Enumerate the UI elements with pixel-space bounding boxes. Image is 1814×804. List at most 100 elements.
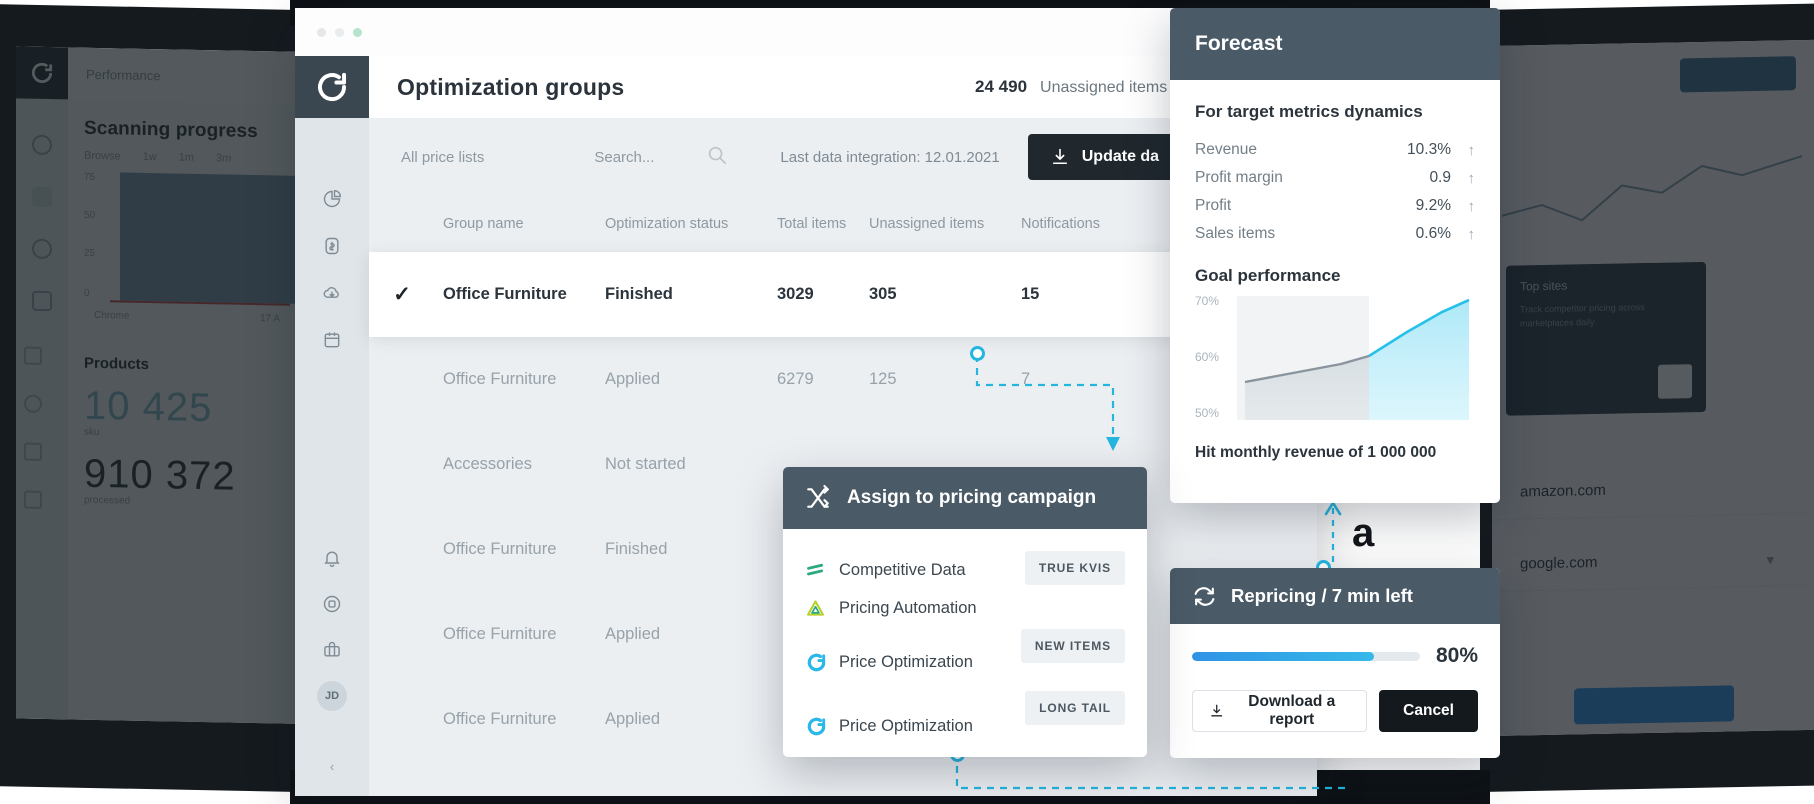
avatar-initials: JD — [324, 690, 340, 702]
amazon-logo: a — [1352, 511, 1375, 555]
assign-row[interactable]: Price Optimization LONG TAIL — [805, 691, 1125, 745]
sidebar-item-calendar[interactable] — [295, 317, 369, 363]
goal-performance-chart: 70% 60% 50% — [1195, 292, 1475, 428]
progress-bar-fill — [1192, 651, 1375, 661]
cell-total: 3029 — [777, 285, 814, 303]
assign-campaign-card: Assign to pricing campaign Competitive D… — [783, 467, 1147, 757]
forecast-metric: Profit 9.2% ↑ — [1195, 192, 1475, 220]
window-close-dot[interactable] — [317, 27, 326, 37]
calendar-icon — [324, 332, 340, 348]
sidebar-item-settings[interactable] — [295, 581, 369, 627]
screenshot-root: Performance Scanning progress Browse 1w … — [0, 0, 1814, 804]
forecast-metric: Profit margin 0.9 ↑ — [1195, 164, 1475, 192]
cell-group-name: Accessories — [443, 455, 532, 473]
cell-status: Applied — [605, 625, 661, 643]
settings-icon — [323, 595, 341, 613]
column-header-unassigned-items[interactable]: Unassigned items — [869, 216, 1021, 232]
window-maximize-dot[interactable] — [353, 27, 362, 37]
repricing-card: Repricing / 7 min left 80% Download a re… — [1170, 568, 1500, 758]
background-left-overlay — [16, 46, 306, 725]
cell-status: Finished — [605, 285, 673, 303]
refresh-icon — [1194, 586, 1215, 606]
repricing-actions: Download a report Cancel — [1192, 690, 1478, 732]
pie-chart-icon — [323, 189, 342, 208]
assign-title: Assign to pricing campaign — [847, 487, 1097, 508]
chart-ytick-2: 50% — [1195, 406, 1220, 420]
forecast-card: Forecast For target metrics dynamics Rev… — [1170, 8, 1500, 503]
cell-notifications: 15 — [1021, 285, 1040, 303]
cell-status: Applied — [605, 370, 661, 388]
window-chrome — [295, 8, 1317, 56]
cell-unassigned: 305 — [869, 285, 897, 303]
price-optimization-icon — [805, 715, 839, 738]
progress-percent: 80% — [1435, 644, 1478, 667]
competitive-data-icon — [805, 560, 839, 581]
price-list-filter[interactable]: All price lists — [401, 149, 484, 166]
repricing-card-body: 80% Download a report Cancel — [1170, 624, 1500, 752]
window-minimize-dot[interactable] — [335, 27, 344, 37]
assign-card-header: Assign to pricing campaign — [783, 467, 1147, 529]
assign-row-label: Pricing Automation — [839, 598, 977, 617]
cell-status: Not started — [605, 455, 686, 473]
update-data-label: Update da — [1081, 148, 1160, 165]
forecast-metric-value: 0.6% — [1415, 225, 1451, 242]
download-report-label: Download a report — [1248, 693, 1336, 728]
assign-row[interactable]: Price Optimization NEW ITEMS — [805, 629, 1125, 681]
avatar[interactable]: JD — [317, 681, 347, 711]
app-logo[interactable] — [295, 56, 369, 118]
pricing-automation-icon — [805, 598, 839, 619]
forecast-metric-value: 10.3% — [1407, 141, 1451, 158]
assign-row[interactable]: Pricing Automation — [805, 589, 1125, 627]
row-checkbox[interactable]: ✓ — [391, 283, 443, 306]
assign-row-tag: TRUE KVIS — [1024, 551, 1125, 585]
chart-svg — [1237, 296, 1470, 420]
assign-row-tag: NEW ITEMS — [1020, 629, 1125, 663]
assign-row-tag: LONG TAIL — [1025, 691, 1125, 725]
cell-status: Applied — [605, 710, 661, 728]
trend-up-icon: ↑ — [1467, 225, 1476, 243]
search-input[interactable]: Search... — [594, 149, 654, 166]
repricing-title: Repricing / 7 min left — [1231, 585, 1413, 606]
connector-node-top — [970, 346, 985, 361]
sidebar-item-analytics[interactable] — [295, 176, 369, 222]
cloud-download-icon — [323, 287, 339, 298]
forecast-metric-label: Revenue — [1195, 141, 1258, 158]
cell-group-name: Office Furniture — [443, 285, 567, 303]
chart-ytick-1: 60% — [1195, 350, 1220, 364]
sidebar-item-data-import[interactable] — [295, 270, 369, 316]
update-data-button[interactable]: Update da — [1027, 134, 1182, 180]
download-report-button[interactable]: Download a report — [1192, 690, 1368, 732]
sidebar-item-notifications[interactable] — [295, 535, 369, 581]
trend-up-icon: ↑ — [1467, 169, 1476, 187]
background-right-overlay — [1492, 39, 1814, 737]
bell-icon — [324, 551, 340, 567]
forecast-card-header: Forecast — [1170, 8, 1500, 80]
column-header-group-name[interactable]: Group name — [443, 216, 605, 232]
cell-unassigned: 125 — [869, 370, 897, 388]
sidebar-item-workspace[interactable] — [295, 627, 369, 673]
search-icon[interactable] — [706, 144, 728, 171]
cancel-button[interactable]: Cancel — [1379, 690, 1478, 732]
forecast-note: Hit monthly revenue of 1 000 000 — [1195, 444, 1437, 461]
forecast-goal-title: Goal performance — [1195, 266, 1341, 285]
assign-row-label: Price Optimization — [839, 716, 973, 735]
forecast-card-body: For target metrics dynamics Revenue 10.3… — [1170, 80, 1500, 462]
assign-row[interactable]: Competitive Data TRUE KVIS — [805, 551, 1125, 589]
progress-bar — [1192, 651, 1420, 661]
assign-card-body: Competitive Data TRUE KVIS Pricing Autom… — [783, 529, 1147, 745]
last-data-integration: Last data integration: 12.01.2021 — [780, 148, 1000, 166]
sidebar-collapse-button[interactable]: ‹ — [295, 756, 369, 776]
repricing-card-header: Repricing / 7 min left — [1170, 568, 1500, 624]
sidebar-item-pricing[interactable] — [295, 223, 369, 269]
column-header-notifications[interactable]: Notifications — [1021, 216, 1161, 232]
cell-group-name: Office Furniture — [443, 370, 557, 388]
forecast-metric-value: 0.9 — [1429, 169, 1451, 186]
cell-status: Finished — [605, 540, 668, 558]
download-icon — [1211, 704, 1223, 717]
forecast-metric: Sales items 0.6% ↑ — [1195, 220, 1475, 248]
cell-total: 6279 — [777, 370, 814, 388]
assign-row-label: Competitive Data — [839, 560, 966, 579]
column-header-total-items[interactable]: Total items — [777, 216, 869, 232]
column-header-optimization-status[interactable]: Optimization status — [605, 216, 777, 232]
chart-ytick-0: 70% — [1195, 294, 1220, 308]
